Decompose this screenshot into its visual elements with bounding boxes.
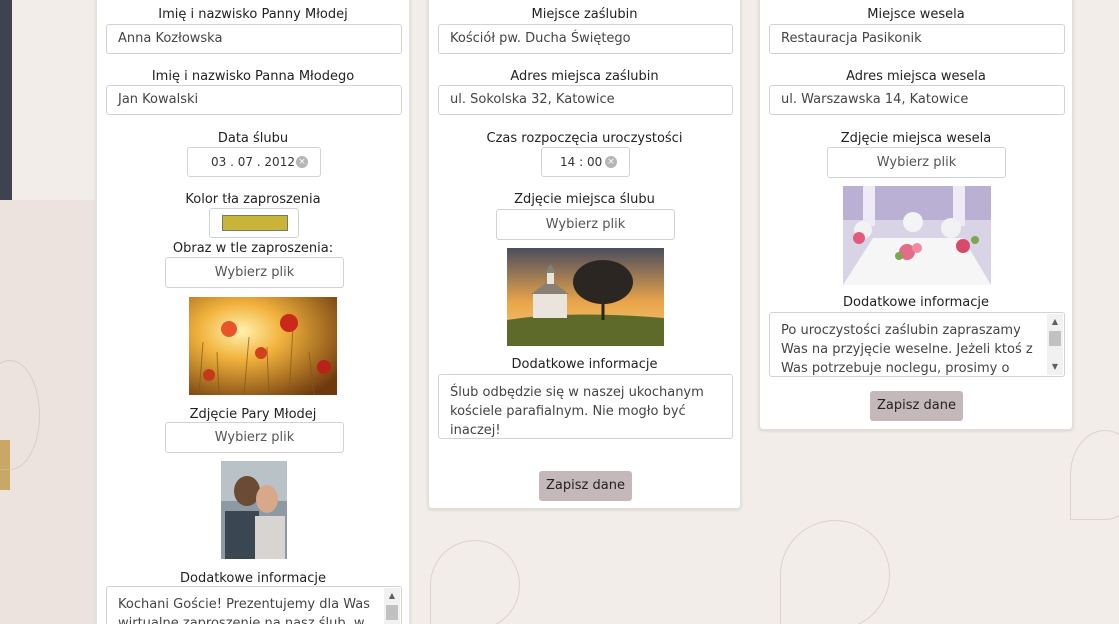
reception-venue-input[interactable]: Restauracja Pasikonik [769,24,1065,54]
ceremony-photo-preview [507,248,664,346]
ceremony-card: Miejsce zaślubin Kościół pw. Ducha Święt… [428,0,741,509]
ceremony-info-textarea[interactable]: Ślub odbędzie się w naszej ukochanym koś… [438,374,733,439]
ceremony-time-value: 14 : 00 [560,155,603,169]
couple-photo-file-button[interactable]: Wybierz plik [165,422,344,453]
couple-info-textarea[interactable]: Kochani Goście! Prezentujemy dla Was wir… [106,586,402,624]
background-color-picker[interactable] [209,208,299,238]
background-flower-decoration [1070,430,1119,520]
reception-info-label: Dodatkowe informacje [843,295,989,310]
ceremony-address-input[interactable]: ul. Sokolska 32, Katowice [438,85,733,115]
ceremony-photo-file-button[interactable]: Wybierz plik [496,209,675,240]
ceremony-time-input[interactable]: 14 : 00 × [541,147,630,177]
reception-venue-label: Miejsce wesela [867,7,965,22]
reception-info-textarea[interactable]: Po uroczystości zaślubin zapraszamy Was … [769,312,1065,377]
groom-name-label: Imię i nazwisko Panna Młodego [151,69,355,84]
textarea-scrollbar[interactable]: ▲ ▼ [1047,314,1063,375]
reception-photo-file-button[interactable]: Wybierz plik [827,147,1006,178]
groom-name-input[interactable]: Jan Kowalski [106,85,402,115]
couple-photo-preview [221,461,287,559]
clear-icon[interactable]: × [605,156,617,168]
background-dark-panel [0,0,12,200]
color-swatch [222,215,288,231]
ceremony-info-label: Dodatkowe informacje [511,357,658,372]
reception-address-input[interactable]: ul. Warszawska 14, Katowice [769,85,1065,115]
couple-photo-label: Zdjęcie Pary Młodej [189,407,317,422]
couple-info-label: Dodatkowe informacje [180,571,326,586]
reception-card: Miejsce wesela Restauracja Pasikonik Adr… [759,0,1073,430]
bride-name-label: Imię i nazwisko Panny Młodej [158,7,348,22]
background-color-label: Kolor tła zaproszenia [185,192,321,207]
couple-info-text: Kochani Goście! Prezentujemy dla Was wir… [118,597,370,624]
bride-groom-card: Imię i nazwisko Panny Młodej Anna Kozłow… [96,0,410,624]
ceremony-venue-input[interactable]: Kościół pw. Ducha Świętego [438,24,733,54]
scroll-up-icon[interactable]: ▲ [384,588,400,604]
wedding-date-value: 03 . 07 . 2012 [211,155,295,169]
background-flower-decoration [430,540,520,624]
reception-address-label: Adres miejsca wesela [846,69,986,84]
background-image-label: Obraz w tle zaproszenia: [172,241,334,256]
wedding-date-input[interactable]: 03 . 07 . 2012 × [187,147,321,177]
reception-save-button[interactable]: Zapisz dane [870,391,963,421]
textarea-scrollbar[interactable]: ▲ [384,588,400,624]
ceremony-address-label: Adres miejsca zaślubin [510,69,659,84]
reception-photo-preview [843,186,991,285]
background-image-preview [189,297,337,395]
clear-icon[interactable]: × [296,156,308,168]
reception-info-text: Po uroczystości zaślubin zapraszamy Was … [781,323,1033,376]
scrollbar-thumb[interactable] [1049,331,1061,346]
scroll-down-icon[interactable]: ▼ [1047,359,1063,375]
background-flower-decoration [780,520,890,624]
ceremony-time-label: Czas rozpoczęcia uroczystości [486,131,683,146]
reception-photo-label: Zdjęcie miejsca wesela [840,131,992,146]
scrollbar-thumb[interactable] [386,605,398,620]
ceremony-venue-label: Miejsce zaślubin [531,7,638,22]
ceremony-photo-label: Zdjęcie miejsca ślubu [514,192,655,207]
background-image-file-button[interactable]: Wybierz plik [165,257,344,288]
scroll-up-icon[interactable]: ▲ [1047,314,1063,330]
bride-name-input[interactable]: Anna Kozłowska [106,24,402,54]
wedding-date-label: Data ślubu [217,131,289,146]
ceremony-save-button[interactable]: Zapisz dane [539,471,632,501]
